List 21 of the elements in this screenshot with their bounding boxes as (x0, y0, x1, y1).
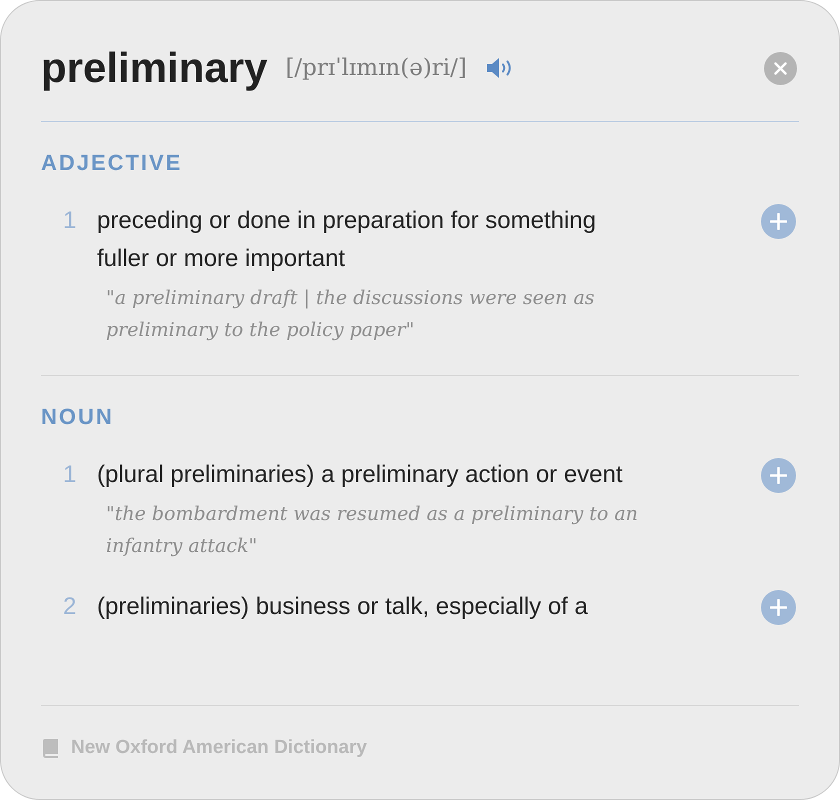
part-of-speech-heading: ADJECTIVE (41, 150, 182, 176)
definition-text: preceding or done in preparation for something fuller or more important (97, 206, 597, 274)
sense-number: 2 (63, 592, 78, 622)
plus-icon (770, 467, 787, 484)
definition-text: (preliminaries) business or talk, especially of a (97, 592, 589, 622)
book-icon (43, 738, 58, 758)
add-button[interactable] (761, 458, 796, 493)
definition-text: (plural preliminaries) a preliminary action or event (97, 460, 624, 490)
example-text: "the bombardment was resumed as a preliminary to an infantry attack" (106, 502, 639, 559)
plus-icon (770, 213, 787, 230)
close-icon (774, 62, 787, 74)
close-button[interactable] (764, 52, 797, 84)
sense-number: 1 (63, 206, 78, 236)
part-of-speech-heading: NOUN (41, 404, 114, 430)
example-text: "a preliminary draft | the discussions were seen as preliminary to the policy paper" (106, 286, 596, 343)
pronunciation-text: [/prɪˈlɪmɪn(ə)ri/] (285, 54, 467, 83)
add-button[interactable] (761, 204, 796, 239)
add-button[interactable] (761, 590, 796, 625)
sense-number: 1 (63, 460, 78, 490)
plus-icon (770, 599, 787, 616)
headword: preliminary (41, 43, 268, 93)
